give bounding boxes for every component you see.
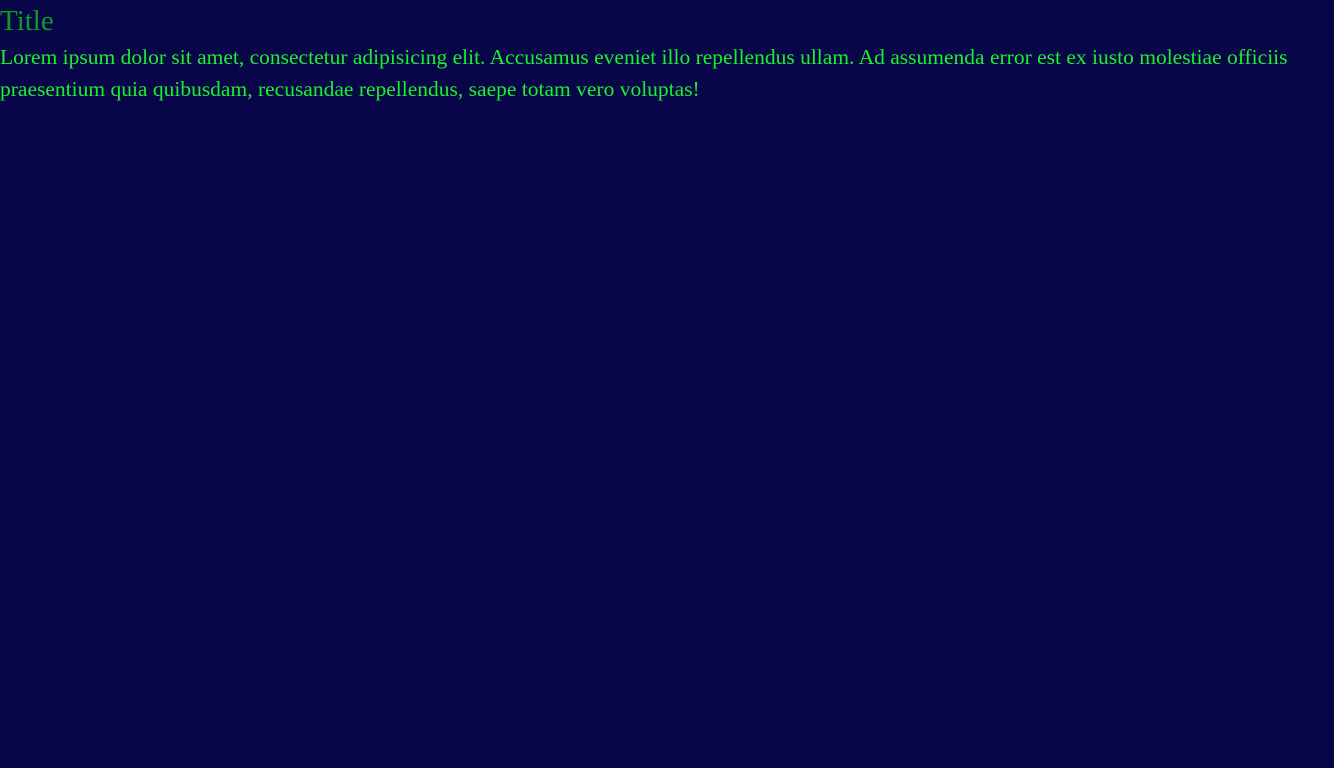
page-container: Title Lorem ipsum dolor sit amet, consec… (0, 0, 1334, 768)
page-title: Title (0, 5, 54, 37)
body-paragraph: Lorem ipsum dolor sit amet, consectetur … (0, 45, 1288, 101)
